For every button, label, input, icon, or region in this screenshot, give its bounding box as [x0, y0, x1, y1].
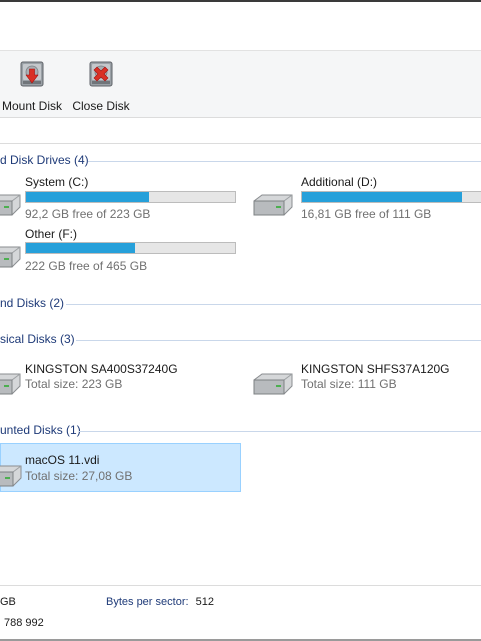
group-title: d Disk Drives (4)	[0, 153, 95, 167]
disk-name: macOS 11.vdi	[25, 453, 100, 467]
physical-disk-item[interactable]: KINGSTON SA400S37240G Total size: 223 GB	[0, 360, 240, 396]
mount-disk-button[interactable]: Mount Disk	[0, 57, 64, 113]
details-size-value: GB	[0, 596, 16, 608]
drive-usage-fill	[26, 243, 135, 253]
details-sectors-value: 788 992	[4, 617, 44, 629]
group-header-hard-disk-drives[interactable]: d Disk Drives (4)	[0, 153, 481, 169]
hard-drive-icon	[0, 373, 21, 395]
drive-name: Other (F:)	[25, 227, 78, 241]
hard-drive-icon	[0, 465, 22, 487]
group-divider	[66, 304, 481, 305]
drive-name: System (C:)	[25, 175, 89, 189]
drive-name: Additional (D:)	[301, 175, 378, 189]
drive-free-space: 92,2 GB free of 223 GB	[25, 207, 151, 221]
group-divider	[79, 431, 481, 432]
group-header-mounted-disks[interactable]: unted Disks (1)	[0, 423, 481, 439]
mounted-disk-item-selected[interactable]: macOS 11.vdi Total size: 27,08 GB	[0, 443, 241, 492]
close-disk-button[interactable]: Close Disk	[70, 57, 132, 113]
group-title: sical Disks (3)	[0, 332, 81, 346]
hard-drive-icon	[253, 194, 293, 216]
drive-usage-bar	[25, 242, 236, 254]
drive-usage-bar	[301, 191, 481, 203]
physical-disk-item[interactable]: KINGSTON SHFS37A120G Total size: 111 GB	[248, 360, 481, 396]
details-bytes-per-sector: Bytes per sector: 512	[106, 596, 214, 608]
close-disk-icon	[89, 61, 113, 87]
drive-usage-fill	[302, 192, 462, 202]
group-title: unted Disks (1)	[0, 423, 87, 437]
drive-item-system-c[interactable]: System (C:) 92,2 GB free of 223 GB	[0, 173, 240, 221]
drive-usage-bar	[25, 191, 236, 203]
group-divider	[88, 161, 481, 162]
hard-drive-icon	[253, 373, 293, 395]
group-header-physical-disks[interactable]: sical Disks (3)	[0, 332, 481, 348]
title-area	[0, 2, 481, 50]
drive-free-space: 222 GB free of 465 GB	[25, 259, 148, 273]
details-pane: GB Bytes per sector: 512 788 992	[0, 585, 481, 641]
group-header-removable-disks[interactable]: nd Disks (2)	[0, 296, 481, 312]
toolbar: Mount Disk Close Disk	[0, 50, 481, 118]
disk-total-size: Total size: 111 GB	[301, 377, 397, 391]
drive-item-other-f[interactable]: Other (F:) 222 GB free of 465 GB	[0, 225, 240, 273]
bytes-per-sector-label: Bytes per sector:	[106, 596, 189, 608]
drive-item-additional-d[interactable]: Additional (D:) 16,81 GB free of 111 GB	[248, 173, 481, 221]
group-divider	[76, 340, 481, 341]
mount-disk-label: Mount Disk	[1, 99, 63, 113]
group-title: nd Disks (2)	[0, 296, 71, 310]
drive-free-space: 16,81 GB free of 111 GB	[301, 207, 432, 221]
close-disk-label: Close Disk	[72, 99, 130, 113]
hard-drive-icon	[0, 246, 21, 268]
bytes-per-sector-value: 512	[195, 596, 214, 608]
disk-name: KINGSTON SA400S37240G	[25, 362, 178, 376]
hard-drive-icon	[0, 194, 21, 216]
drive-usage-fill	[26, 192, 150, 202]
disk-list: d Disk Drives (4) System (C:) 92,2 GB fr…	[0, 145, 481, 585]
mount-disk-icon	[20, 61, 44, 87]
address-bar[interactable]	[0, 118, 481, 144]
disk-total-size: Total size: 27,08 GB	[25, 469, 133, 483]
disk-name: KINGSTON SHFS37A120G	[301, 362, 450, 376]
disk-total-size: Total size: 223 GB	[25, 377, 123, 391]
